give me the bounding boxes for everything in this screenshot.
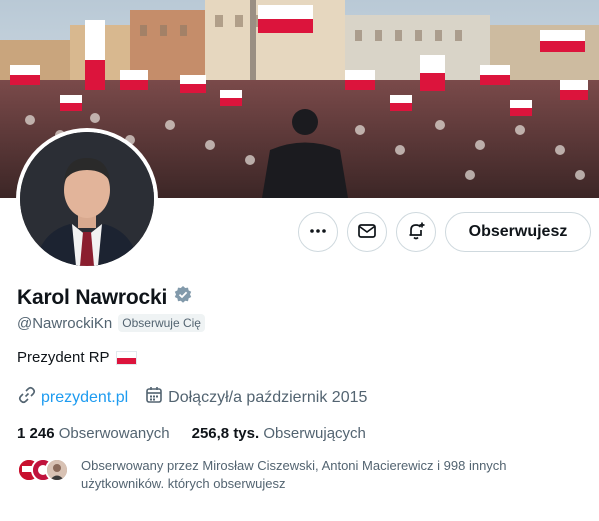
following-stat[interactable]: 1 246 Obserwowanych [17,425,170,442]
followers-label: Obserwujących [263,425,366,442]
verified-badge-icon[interactable] [173,285,193,310]
profile-name-row: Karol Nawrocki [17,285,193,310]
profile-name: Karol Nawrocki [17,285,168,309]
link-icon [17,385,37,410]
profile-handle-row: @NawrockiKn Obserwuje Cię [17,314,205,332]
poland-flag-icon [115,350,137,365]
followers-count: 256,8 tys. [191,425,260,442]
joined-date: Dołączył/a październik 2015 [144,385,367,410]
followed-by-text: Obserwowany przez Mirosław Ciszewski, An… [81,458,507,491]
more-button[interactable] [298,212,338,252]
notifications-button[interactable] [396,212,436,252]
bell-plus-icon [406,221,426,244]
profile-handle: @NawrockiKn [17,314,113,332]
profile-avatar[interactable] [16,128,158,270]
calendar-icon [144,385,164,410]
bio-text: Prezydent RP [17,349,110,366]
following-label: Obserwowanych [58,425,170,442]
website-link[interactable]: prezydent.pl [17,385,128,410]
profile-actions: Obserwujesz [298,212,599,252]
followers-you-know-avatars [17,458,69,482]
follows-you-badge: Obserwuje Cię [118,314,205,332]
profile-bio: Prezydent RP [17,349,137,366]
mini-avatar [45,458,69,482]
following-count: 1 246 [17,425,55,442]
followed-by-section[interactable]: Obserwowany przez Mirosław Ciszewski, An… [17,457,556,493]
followers-stat[interactable]: 256,8 tys. Obserwujących [192,425,366,442]
profile-stats: 1 246 Obserwowanych 256,8 tys. Obserwują… [17,425,366,442]
joined-text: Dołączył/a październik 2015 [168,388,368,406]
more-icon [309,222,327,243]
avatar-photo [20,132,154,266]
profile-meta: prezydent.pl Dołączył/a październik 2015 [17,385,367,410]
following-button[interactable]: Obserwujesz [445,212,591,252]
mail-icon [357,221,377,244]
website-text[interactable]: prezydent.pl [41,389,128,407]
message-button[interactable] [347,212,387,252]
